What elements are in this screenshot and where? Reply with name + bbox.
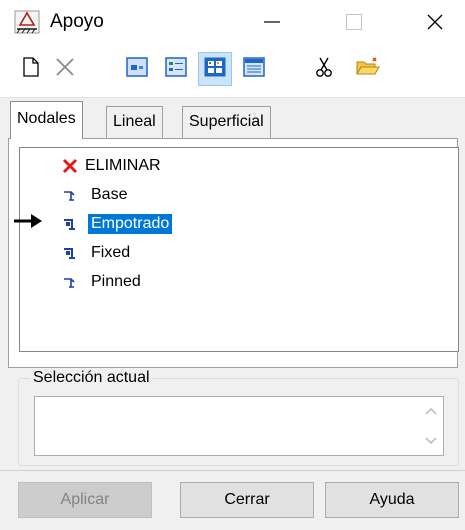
cut-scissors-icon xyxy=(314,56,334,83)
list-item-fixed[interactable]: Fixed xyxy=(62,238,133,267)
list-item-label: Base xyxy=(91,185,128,203)
view-details-button[interactable] xyxy=(159,52,193,86)
list-item-eliminar[interactable]: ELIMINAR xyxy=(62,151,164,180)
list-item-base[interactable]: Base xyxy=(62,180,130,209)
tab-nodales[interactable]: Nodales xyxy=(10,101,83,139)
minimize-button[interactable] xyxy=(242,0,302,44)
support-fixed-icon xyxy=(62,245,78,261)
open-button[interactable] xyxy=(351,52,385,86)
view-small-icons-icon xyxy=(126,56,148,82)
tab-lineal[interactable]: Lineal xyxy=(106,106,163,138)
support-base-icon xyxy=(62,187,78,203)
apply-button[interactable]: Aplicar xyxy=(18,482,152,518)
close-button[interactable]: Cerrar xyxy=(180,482,314,518)
current-selection-field[interactable] xyxy=(34,396,444,456)
open-folder-icon xyxy=(355,56,381,83)
list-item-label: Fixed xyxy=(91,243,131,261)
scroll-down-icon[interactable] xyxy=(423,433,439,449)
maximize-icon xyxy=(344,12,364,32)
view-list-icon xyxy=(243,56,265,82)
view-grid-button[interactable] xyxy=(198,52,232,86)
new-button[interactable] xyxy=(14,52,48,86)
footer-divider xyxy=(0,470,465,471)
maximize-button[interactable] xyxy=(324,0,384,44)
delete-x-icon xyxy=(54,56,76,83)
view-list-button[interactable] xyxy=(237,52,271,86)
cut-button[interactable] xyxy=(307,52,341,86)
list-item-empotrado[interactable]: Empotrado xyxy=(62,209,173,238)
support-base-icon xyxy=(62,274,78,290)
view-small-icons-button[interactable] xyxy=(120,52,154,86)
delete-button[interactable] xyxy=(48,52,82,86)
toolbar-divider xyxy=(0,97,465,98)
minimize-icon xyxy=(262,12,282,32)
support-type-list[interactable]: ELIMINAR Base Empotrado Fixed Pinned xyxy=(19,147,459,352)
window-title: Apoyo xyxy=(50,11,104,32)
support-fixed-icon xyxy=(62,216,78,232)
list-item-label: ELIMINAR xyxy=(85,156,161,174)
close-icon xyxy=(425,12,445,32)
help-button[interactable]: Ayuda xyxy=(325,482,459,518)
arrow-right-icon xyxy=(13,213,43,234)
close-window-button[interactable] xyxy=(405,0,465,44)
list-item-label: Empotrado xyxy=(88,213,173,234)
view-details-icon xyxy=(165,56,187,82)
new-document-icon xyxy=(21,56,41,83)
app-support-icon xyxy=(14,10,40,34)
tab-superficial[interactable]: Superficial xyxy=(182,106,271,138)
view-grid-icon xyxy=(204,57,226,82)
list-item-pinned[interactable]: Pinned xyxy=(62,267,144,296)
current-selection-legend: Selección actual xyxy=(30,369,153,387)
red-x-icon xyxy=(62,158,78,174)
scroll-up-icon[interactable] xyxy=(423,403,439,419)
list-item-label: Pinned xyxy=(91,272,141,290)
